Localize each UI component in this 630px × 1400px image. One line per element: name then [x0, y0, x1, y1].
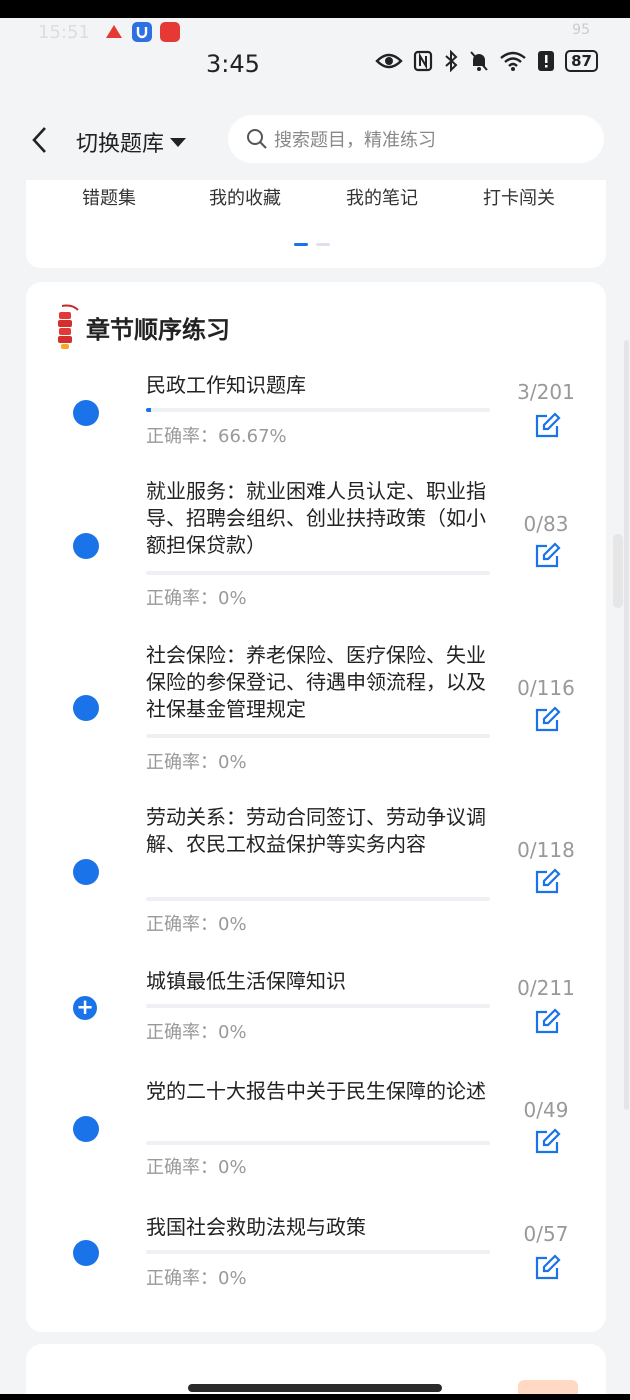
- expand-plus-icon[interactable]: +: [73, 996, 97, 1020]
- search-input[interactable]: 搜索题目，精准练习: [228, 115, 604, 163]
- system-icons: 87: [375, 50, 598, 72]
- chapter-accuracy: 正确率：66.67%: [146, 426, 287, 447]
- chapter-title: 我国社会救助法规与政策: [146, 1215, 366, 1239]
- chapter-progress-fill: [146, 408, 152, 412]
- chapter-progress-bar: [146, 734, 490, 738]
- tab-wrong-questions[interactable]: 错题集: [82, 184, 136, 210]
- app-icon-red-triangle: [104, 22, 124, 42]
- app-icon-blue-u: [132, 22, 152, 42]
- chapter-practice-card: 章节顺序练习 民政工作知识题库 正确率：66.67% 3/201 就业服务：就业…: [26, 282, 606, 1332]
- chapter-accuracy: 正确率：0%: [146, 1157, 247, 1178]
- bell-muted-icon: [470, 51, 488, 71]
- chapter-count: 0/211: [517, 976, 575, 1000]
- chapter-progress-bar: [146, 571, 490, 575]
- chapter-title: 劳动关系：劳动合同签订、劳动争议调解、农民工权益保护等实务内容: [146, 805, 486, 856]
- tab-notes[interactable]: 我的笔记: [346, 184, 418, 210]
- edit-icon[interactable]: [533, 1008, 561, 1036]
- chapter-accuracy: 正确率：0%: [146, 1268, 247, 1289]
- eye-icon: [375, 53, 403, 69]
- top-black-strip: [0, 0, 630, 18]
- edit-icon[interactable]: [533, 868, 561, 896]
- caret-down-icon: [170, 137, 187, 147]
- edit-icon[interactable]: [533, 1254, 561, 1282]
- battery-level: 87: [565, 50, 598, 72]
- back-arrow-icon[interactable]: [28, 125, 52, 155]
- chapter-count: 0/57: [523, 1222, 569, 1246]
- home-indicator[interactable]: [188, 1384, 442, 1392]
- chapter-title: 社会保险：养老保险、医疗保险、失业保险的参保登记、待遇申领流程，以及社保基金管理…: [146, 643, 486, 721]
- chapter-title: 民政工作知识题库: [146, 373, 306, 397]
- chapter-bullet-icon: [73, 695, 99, 721]
- edit-icon[interactable]: [533, 706, 561, 734]
- chapter-progress-bar: [146, 897, 490, 901]
- chapter-bullet-icon: [73, 533, 99, 559]
- chapter-bullet-icon: [73, 859, 99, 885]
- notification-app-icons: [104, 22, 180, 42]
- section-header: 章节顺序练习: [54, 304, 230, 350]
- chapter-bullet-icon: [73, 1116, 99, 1142]
- status-bar: 15:51 95 3:45 87: [0, 18, 630, 113]
- chapter-title: 党的二十大报告中关于民生保障的论述: [146, 1079, 486, 1103]
- edit-icon[interactable]: [533, 412, 561, 440]
- tab-favorites[interactable]: 我的收藏: [209, 184, 281, 210]
- chapter-accuracy: 正确率：0%: [146, 914, 247, 935]
- chapter-bullet-icon: [73, 1240, 99, 1266]
- chapter-item[interactable]: 就业服务：就业困难人员认定、职业指导、招聘会组织、创业扶持政策（如小额担保贷款）…: [26, 478, 606, 609]
- bluetooth-icon: [445, 50, 458, 72]
- chapter-item[interactable]: + 城镇最低生活保障知识 正确率：0% 0/211: [26, 966, 606, 1046]
- chapter-title: 就业服务：就业困难人员认定、职业指导、招聘会组织、创业扶持政策（如小额担保贷款）: [146, 479, 486, 557]
- bottom-black-strip: [0, 1394, 630, 1400]
- switch-bank-dropdown[interactable]: 切换题库: [76, 126, 187, 158]
- chapter-title: 城镇最低生活保障知识: [146, 969, 346, 993]
- search-placeholder: 搜索题目，精准练习: [274, 130, 436, 151]
- alert-icon: [538, 51, 555, 71]
- ghost-battery: 95: [572, 22, 590, 38]
- scroll-thumb[interactable]: [613, 534, 623, 608]
- page-indicator: [294, 243, 330, 246]
- chapter-item[interactable]: 民政工作知识题库 正确率：66.67% 3/201: [26, 370, 606, 450]
- app-icon-red-logo: [160, 22, 180, 42]
- page-scrollbar[interactable]: [624, 340, 629, 1110]
- chapter-accuracy: 正确率：0%: [146, 752, 247, 773]
- chapter-count: 3/201: [517, 380, 575, 404]
- status-time: 3:45: [206, 50, 260, 78]
- chapter-progress-bar: [146, 1250, 490, 1254]
- chapter-count: 0/116: [517, 676, 575, 700]
- chapter-progress-bar: [146, 1141, 490, 1145]
- search-icon: [247, 129, 267, 149]
- tab-checkin[interactable]: 打卡闯关: [483, 184, 555, 210]
- chapter-progress-bar: [146, 408, 490, 412]
- ghost-time: 15:51: [38, 22, 90, 43]
- chapter-item[interactable]: 社会保险：养老保险、医疗保险、失业保险的参保登记、待遇申领流程，以及社保基金管理…: [26, 642, 606, 773]
- chapter-item[interactable]: 我国社会救助法规与政策 正确率：0% 0/57: [26, 1212, 606, 1292]
- wifi-icon: [500, 51, 526, 71]
- page-indicator-inactive: [316, 243, 330, 246]
- edit-icon[interactable]: [533, 1128, 561, 1156]
- chapter-accuracy: 正确率：0%: [146, 1022, 247, 1043]
- edit-icon[interactable]: [533, 542, 561, 570]
- nfc-icon: [414, 50, 433, 72]
- chapter-count: 0/83: [523, 512, 569, 536]
- page-indicator-active: [294, 243, 308, 246]
- chapter-progress-bar: [146, 1004, 490, 1008]
- top-header: 切换题库 搜索题目，精准练习: [0, 113, 630, 179]
- chapter-count: 0/49: [523, 1098, 569, 1122]
- section-title: 章节顺序练习: [86, 315, 230, 344]
- quick-actions-card: 错题集 我的收藏 我的笔记 打卡闯关: [26, 180, 606, 268]
- chapter-item[interactable]: 劳动关系：劳动合同签订、劳动争议调解、农民工权益保护等实务内容 正确率：0% 0…: [26, 804, 606, 935]
- chapter-accuracy: 正确率：0%: [146, 588, 247, 609]
- firecracker-icon: [58, 304, 79, 349]
- switch-bank-label: 切换题库: [76, 132, 165, 157]
- chapter-count: 0/118: [517, 838, 575, 862]
- chapter-bullet-icon: [73, 400, 99, 426]
- chapter-item[interactable]: 党的二十大报告中关于民生保障的论述 正确率：0% 0/49: [26, 1078, 606, 1182]
